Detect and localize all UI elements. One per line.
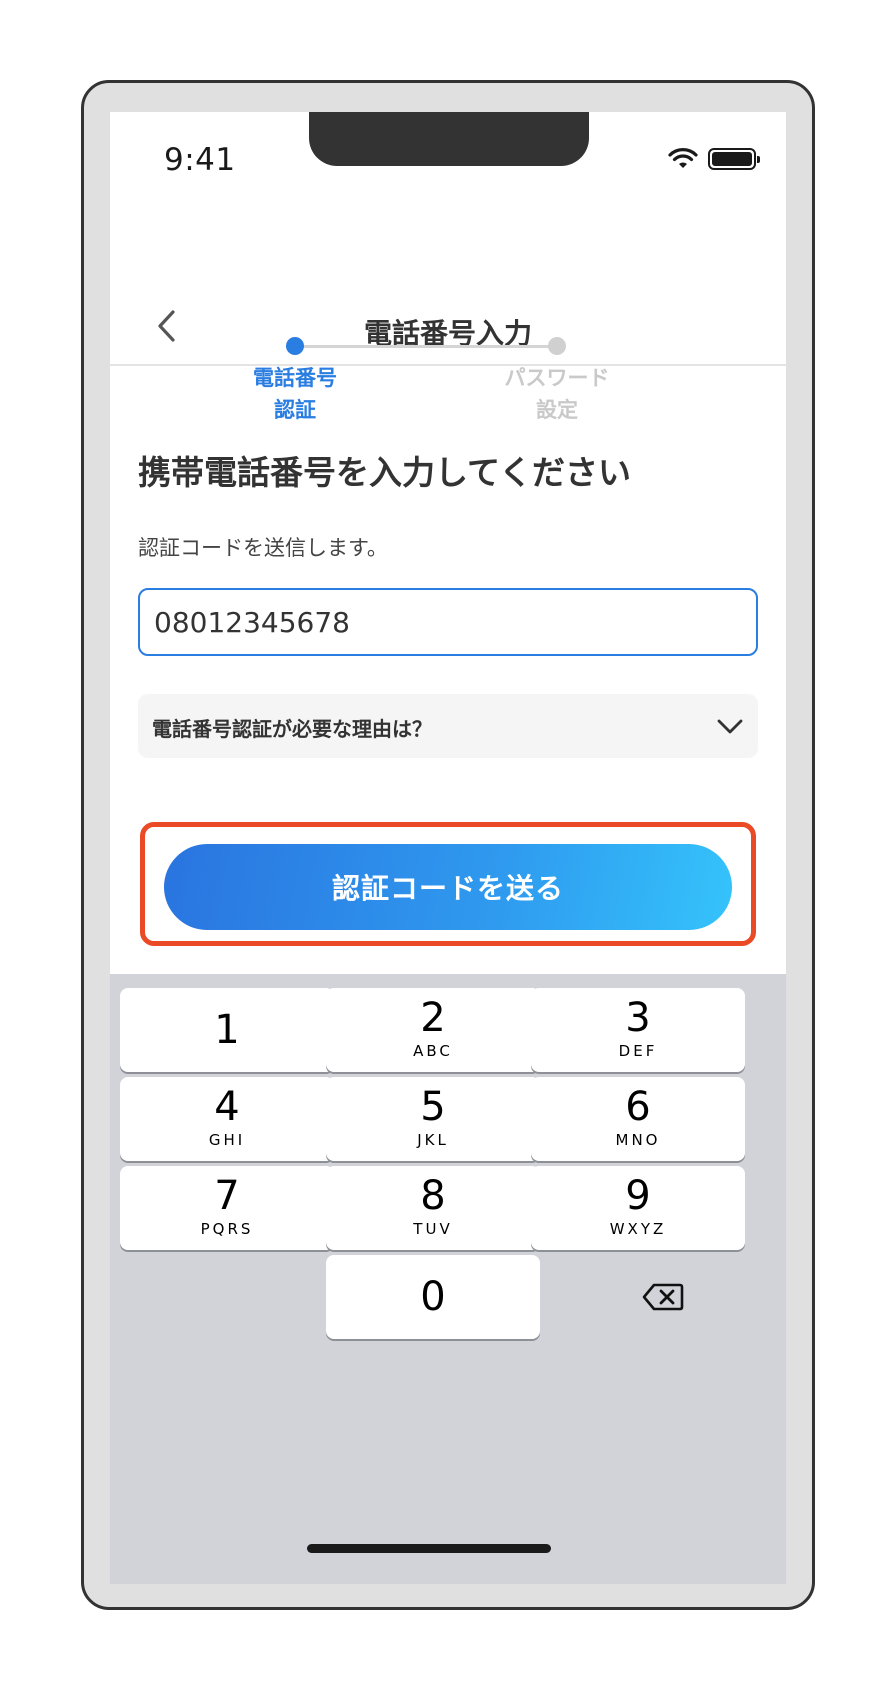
- key-2-letters: ABC: [413, 1042, 453, 1060]
- key-1[interactable]: 1: [120, 988, 334, 1072]
- form-heading: 携帯電話番号を入力してください: [138, 453, 632, 492]
- helper-text: 認証コードを送信します。: [138, 536, 388, 560]
- step-dot-phone: [286, 337, 304, 355]
- key-9-digit: 9: [625, 1173, 651, 1219]
- key-6[interactable]: 6 MNO: [531, 1077, 745, 1161]
- key-7-digit: 7: [214, 1173, 240, 1219]
- key-4[interactable]: 4 GHI: [120, 1077, 334, 1161]
- key-5[interactable]: 5 JKL: [326, 1077, 540, 1161]
- step-label-phone: 電話番号 認証: [215, 362, 375, 426]
- key-4-digit: 4: [214, 1084, 240, 1130]
- send-code-button[interactable]: 認証コードを送る: [164, 844, 732, 930]
- key-9-letters: WXYZ: [609, 1220, 667, 1238]
- chevron-down-icon: [717, 719, 743, 734]
- delete-key[interactable]: [556, 1255, 770, 1339]
- home-indicator[interactable]: [307, 1544, 551, 1553]
- key-5-digit: 5: [420, 1084, 446, 1130]
- key-3-letters: DEF: [618, 1042, 658, 1060]
- status-icons: [668, 148, 760, 170]
- step-label-phone-line1: 電話番号: [253, 366, 337, 390]
- key-2[interactable]: 2 ABC: [326, 988, 540, 1072]
- key-3[interactable]: 3 DEF: [531, 988, 745, 1072]
- key-8[interactable]: 8 TUV: [326, 1166, 540, 1250]
- phone-number-input[interactable]: [138, 588, 758, 656]
- notch: [309, 112, 589, 166]
- stepper-line: [296, 345, 558, 348]
- key-2-digit: 2: [420, 995, 446, 1041]
- status-time: 9:41: [164, 142, 236, 178]
- battery-icon: [708, 148, 760, 170]
- key-0-digit: 0: [420, 1274, 446, 1320]
- phone-screen: 9:41 電話番号入力 電話番号 認証 パスワード 設定 携帯電話番号を入力して…: [110, 112, 786, 1584]
- key-7-letters: PQRS: [200, 1220, 254, 1238]
- key-5-letters: JKL: [417, 1131, 449, 1149]
- backspace-icon: [642, 1283, 684, 1311]
- key-7[interactable]: 7 PQRS: [120, 1166, 334, 1250]
- step-label-password: パスワード 設定: [477, 362, 637, 426]
- key-4-letters: GHI: [208, 1131, 246, 1149]
- key-3-digit: 3: [625, 995, 651, 1041]
- step-dot-password: [548, 337, 566, 355]
- key-8-letters: TUV: [413, 1220, 453, 1238]
- key-9[interactable]: 9 WXYZ: [531, 1166, 745, 1250]
- step-label-password-line2: 設定: [536, 398, 578, 422]
- faq-label: 電話番号認証が必要な理由は？: [152, 717, 432, 741]
- key-6-digit: 6: [625, 1084, 651, 1130]
- wifi-icon: [668, 148, 698, 168]
- key-1-digit: 1: [214, 1007, 240, 1053]
- key-0[interactable]: 0: [326, 1255, 540, 1339]
- key-6-letters: MNO: [615, 1131, 661, 1149]
- nav-header: 電話番号入力: [110, 290, 786, 366]
- step-label-password-line1: パスワード: [504, 366, 610, 390]
- faq-accordion[interactable]: 電話番号認証が必要な理由は？: [138, 694, 758, 758]
- key-8-digit: 8: [420, 1173, 446, 1219]
- step-label-phone-line2: 認証: [274, 398, 316, 422]
